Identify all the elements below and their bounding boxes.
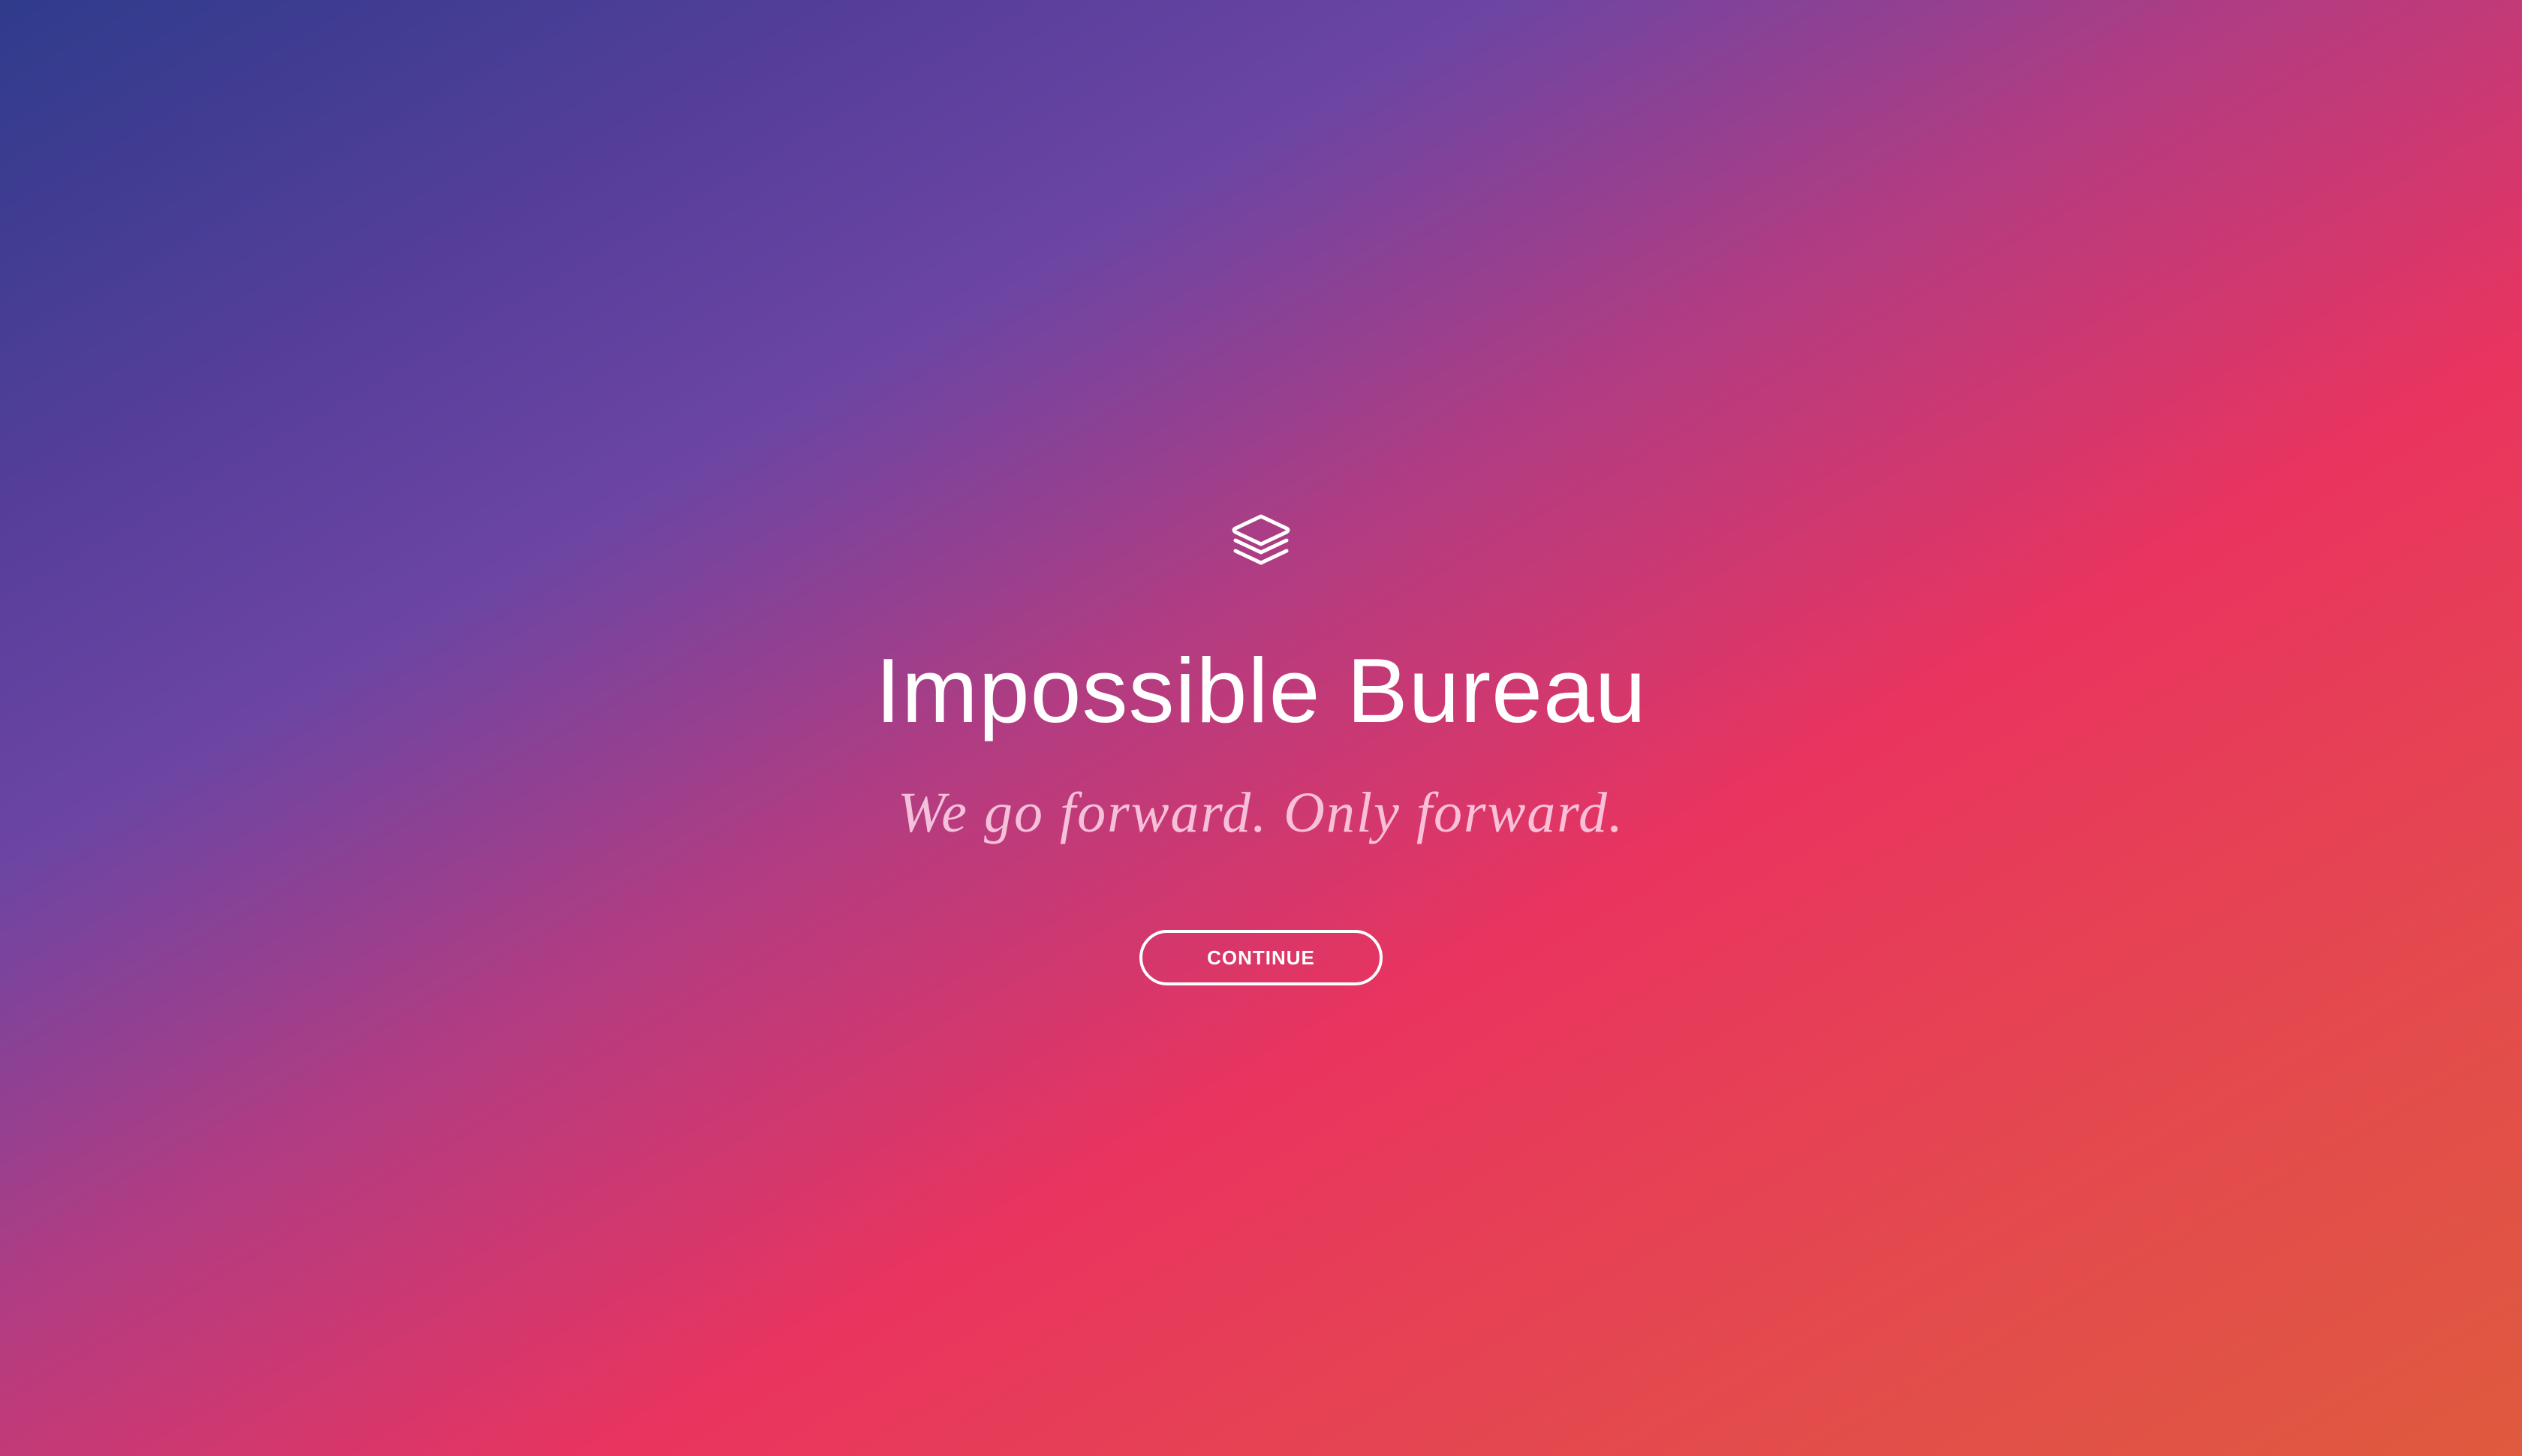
site-title: Impossible Bureau [875,639,1647,742]
tagline: We go forward. Only forward. [897,781,1625,844]
continue-button[interactable]: CONTINUE [1139,930,1383,985]
splash-screen: Impossible Bureau We go forward. Only fo… [0,0,2522,1456]
stacked-layers-icon [1231,513,1291,570]
